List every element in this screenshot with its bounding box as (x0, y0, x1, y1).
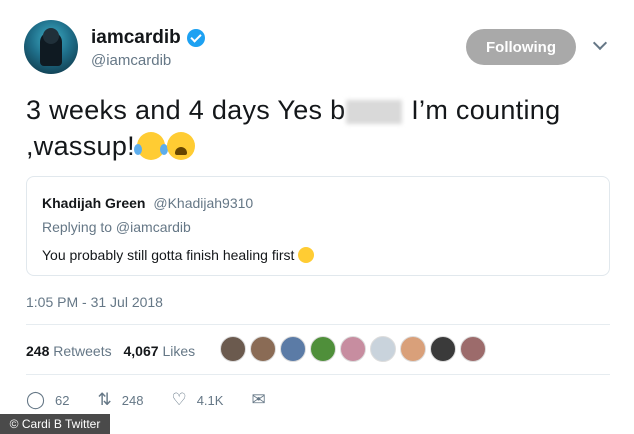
like-count: 4.1K (196, 392, 224, 408)
liker-avatar[interactable] (460, 336, 486, 362)
retweet-count: 248 (121, 392, 144, 408)
following-button[interactable]: Following (466, 29, 576, 65)
display-name-text[interactable]: iamcardib (91, 27, 181, 49)
tweet-text: 3 weeks and 4 days Yes b I’m counting ,w… (26, 92, 606, 164)
avatar-head (43, 28, 59, 44)
divider (26, 324, 610, 325)
face-with-tears-of-joy-icon (298, 247, 315, 263)
weary-face-icon (166, 132, 195, 160)
liker-avatar[interactable] (340, 336, 366, 362)
tweet-text-line2: ,wassup! (26, 131, 135, 161)
liker-avatar[interactable] (250, 336, 276, 362)
tweet-timestamp[interactable]: 1:05 PM - 31 Jul 2018 (26, 294, 163, 310)
display-name[interactable]: iamcardib (91, 27, 205, 49)
likes-count[interactable]: 4,067 (124, 343, 159, 359)
liker-avatar[interactable] (280, 336, 306, 362)
reply-count: 62 (55, 392, 70, 408)
retweet-icon: ⇅ (97, 390, 112, 409)
direct-message-button[interactable]: ✉ (251, 390, 275, 410)
retweets-label[interactable]: Retweets (53, 343, 111, 359)
verified-badge-icon (186, 29, 205, 47)
quoted-tweet-text-content: You probably still gotta finish healing … (42, 247, 295, 263)
quoted-tweet-replying-to: Replying to @iamcardib (42, 219, 191, 235)
engagement-stats: 248 Retweets 4,067 Likes (26, 343, 195, 359)
likes-label[interactable]: Likes (162, 343, 195, 359)
liker-avatar[interactable] (220, 336, 246, 362)
image-credit: © Cardi B Twitter (0, 414, 110, 434)
chevron-down-icon[interactable] (592, 35, 608, 51)
avatar[interactable] (24, 20, 78, 74)
action-bar: ◯ 62 ⇅ 248 ♡ 4.1K ✉ (26, 390, 304, 410)
liker-avatar[interactable] (400, 336, 426, 362)
envelope-icon: ✉ (251, 390, 266, 409)
retweets-count[interactable]: 248 (26, 343, 49, 359)
like-button[interactable]: ♡ 4.1K (171, 390, 223, 410)
quoted-tweet[interactable]: Khadijah Green @Khadijah9310 Replying to… (26, 176, 610, 276)
heart-icon: ♡ (171, 390, 187, 409)
quoted-tweet-name: Khadijah Green (42, 195, 146, 211)
liker-avatars (220, 336, 490, 362)
liker-avatar[interactable] (430, 336, 456, 362)
liker-avatar[interactable] (310, 336, 336, 362)
tweet-text-line1-start: 3 weeks and 4 days Yes b (26, 95, 346, 125)
quoted-tweet-handle: @Khadijah9310 (153, 195, 254, 211)
user-handle[interactable]: @iamcardib (91, 52, 171, 69)
liker-avatar[interactable] (370, 336, 396, 362)
quoted-tweet-text: You probably still gotta finish healing … (42, 247, 315, 263)
divider (26, 374, 610, 375)
tweet-text-line1-end: I’m counting (403, 95, 561, 125)
censored-word-blur (346, 99, 403, 124)
reply-icon: ◯ (26, 390, 46, 409)
quoted-tweet-author[interactable]: Khadijah Green @Khadijah9310 (42, 195, 253, 211)
reply-button[interactable]: ◯ 62 (26, 390, 70, 410)
face-with-tears-of-joy-icon (133, 132, 168, 160)
retweet-button[interactable]: ⇅ 248 (98, 390, 144, 410)
